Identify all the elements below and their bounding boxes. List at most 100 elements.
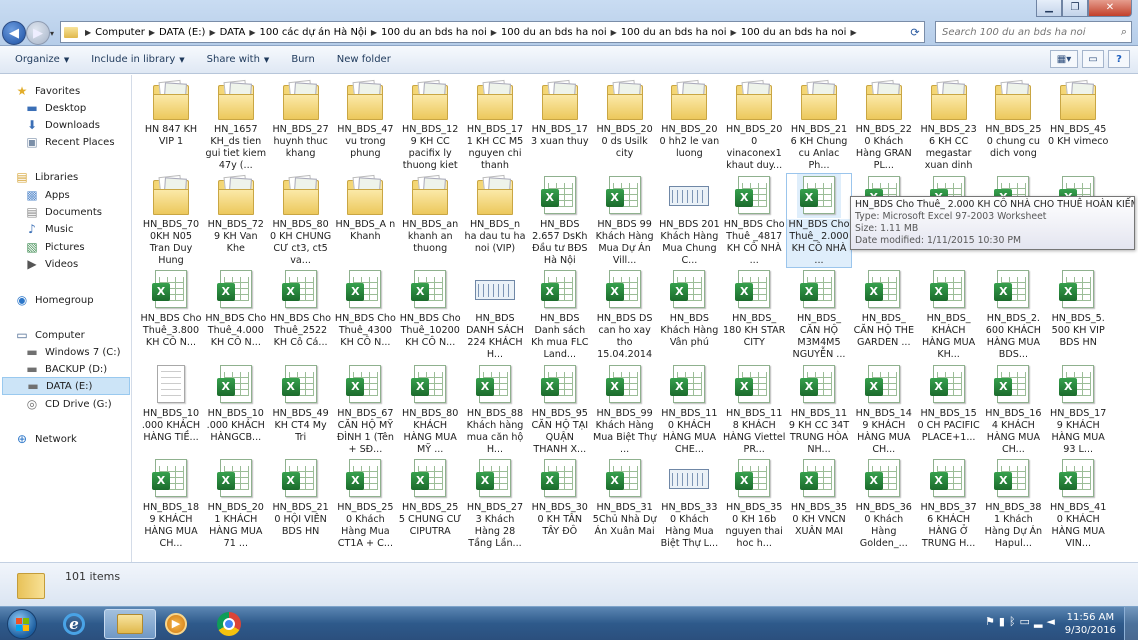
breadcrumb-separator-icon[interactable]: ▶ xyxy=(731,28,737,37)
power-icon[interactable]: ▭ xyxy=(1020,615,1030,628)
breadcrumb-item[interactable]: 100 du an bds ha noi ▶ xyxy=(381,27,501,38)
file-item[interactable]: X HN_BDS Cho Thuê _4817 KH CÔ NHÀ ... xyxy=(722,174,786,267)
nav-computer[interactable]: ▭ Computer xyxy=(14,326,84,344)
file-item[interactable]: X HN_BDS_27 3 Khách Hàng 28 Tầng Lần... xyxy=(463,457,527,550)
folder-item[interactable]: HN_BDS_25 0 chung cu dich vong xyxy=(981,79,1045,160)
search-input[interactable] xyxy=(942,26,1110,38)
breadcrumb-item[interactable]: 100 du an bds ha noi ▶ xyxy=(741,27,861,38)
file-item[interactable]: HN_BDS_10 .000 KHÁCH HÀNG TIỀ... xyxy=(139,363,203,444)
file-item[interactable]: X HN_BDS_ 180 KH STAR CITY xyxy=(722,268,786,349)
file-item[interactable]: X HN_BDS Cho Thuê_ 2.000 KH CÔ NHÀ ... xyxy=(786,172,852,268)
maximize-button[interactable]: ❐ xyxy=(1062,0,1088,17)
breadcrumb-separator-icon[interactable]: ▶ xyxy=(149,28,155,37)
back-button[interactable]: ◀ xyxy=(2,21,26,45)
nav-drive-d[interactable]: ▬ BACKUP (D:) xyxy=(24,360,107,378)
nav-pictures[interactable]: ▧ Pictures xyxy=(24,238,84,256)
file-item[interactable]: X HN_BDS_35 0 KH 16b nguyen thai hoc h... xyxy=(722,457,786,550)
taskbar-windows-explorer[interactable] xyxy=(104,609,156,639)
folder-item[interactable]: HN_BDS_22 0 Khách Hàng GRAN PL... xyxy=(852,79,916,172)
folder-item[interactable]: HN_BDS_27 huynh thuc khang xyxy=(269,79,333,160)
file-item[interactable]: X HN_BDS_67 CĂN HỘ MỸ ĐÌNH 1 (Tên + SĐ... xyxy=(333,363,397,456)
folder-item[interactable]: HN_BDS_70 0KH N05 Tran Duy Hung xyxy=(139,174,203,267)
file-item[interactable]: X HN_BDS 2.657 DsKh Đầu tư BĐS Hà Nội xyxy=(528,174,592,267)
folder-item[interactable]: HN_BDS_20 0 vinaconex1 khaut duy... xyxy=(722,79,786,172)
folder-item[interactable]: HN_BDS_20 0 hh2 le van luong xyxy=(657,79,721,160)
file-item[interactable]: X HN_BDS_21 0 HỘI VIÊN BDS HN xyxy=(269,457,333,538)
file-item[interactable]: X HN_BDS_80 KHÁCH HÀNG MUA MỸ ... xyxy=(398,363,462,456)
nav-drive-g[interactable]: ◎ CD Drive (G:) xyxy=(24,395,112,413)
breadcrumb-item[interactable]: DATA (E:) ▶ xyxy=(159,27,220,38)
folder-item[interactable]: HN_BDS_72 9 KH Van Khe xyxy=(204,174,268,255)
file-item[interactable]: X HN_BDS_17 9 KHÁCH HÀNG MUA 93 L... xyxy=(1046,363,1110,456)
file-item[interactable]: X HN_BDS Cho Thuê_2522 KH Cô Cá... xyxy=(269,268,333,349)
close-button[interactable]: ✕ xyxy=(1088,0,1132,17)
start-button[interactable] xyxy=(2,608,42,640)
change-view-button[interactable]: ▦▾ xyxy=(1050,50,1078,68)
file-item[interactable]: X HN_BDS Khách Hàng Vân phú xyxy=(657,268,721,349)
file-item[interactable]: X HN_BDS_41 0 KHÁCH HÀNG MUA VIN... xyxy=(1046,457,1110,550)
clock[interactable]: 11:56 AM 9/30/2016 xyxy=(1065,611,1116,637)
file-item[interactable]: X HN_BDS_20 1 KHÁCH HÀNG MUA 71 ... xyxy=(204,457,268,550)
file-item[interactable]: X HN_BDS_18 9 KHÁCH HÀNG MUA CH... xyxy=(139,457,203,550)
file-item[interactable]: X HN_BDS_ CĂN HỘ THE GARDEN ... xyxy=(852,268,916,349)
search-box[interactable]: ⌕ xyxy=(935,21,1132,43)
show-desktop-button[interactable] xyxy=(1124,607,1138,640)
recent-pages-dropdown[interactable]: ▾ xyxy=(50,29,54,38)
network-icon[interactable]: ▮ xyxy=(999,615,1005,628)
breadcrumb-separator-icon[interactable]: ▶ xyxy=(850,28,856,37)
folder-item[interactable]: HN 847 KH VIP 1 xyxy=(139,79,203,148)
nav-videos[interactable]: ▶ Videos xyxy=(24,255,78,273)
nav-recent-places[interactable]: ▣ Recent Places xyxy=(24,133,114,151)
file-item[interactable]: X HN_BDS_10 .000 KHÁCH HÀNGCB... xyxy=(204,363,268,444)
file-item[interactable]: X HN_BDS_88 Khách hàng mua căn hộ H... xyxy=(463,363,527,456)
folder-item[interactable]: HN_BDS_80 0 KH CHUNG CƯ ct3, ct5 va... xyxy=(269,174,333,267)
forward-button[interactable]: ▶ xyxy=(26,21,50,45)
nav-libraries[interactable]: ▤ Libraries xyxy=(14,168,78,186)
breadcrumb-item[interactable]: 100 du an bds ha noi ▶ xyxy=(621,27,741,38)
file-item[interactable]: HN_BDS_33 0 Khách Hàng Mua Biệt Thự L... xyxy=(657,457,721,550)
nav-favorites[interactable]: ★ Favorites xyxy=(14,82,81,100)
taskbar-chrome[interactable] xyxy=(203,609,255,639)
file-item[interactable]: X HN_BDS_15 0 CH PACIFIC PLACE+1... xyxy=(917,363,981,444)
breadcrumb-item[interactable]: Computer ▶ xyxy=(95,27,159,38)
file-item[interactable]: X HN_BDS_25 0 Khách Hàng Mua CT1A + C... xyxy=(333,457,397,550)
breadcrumb-item[interactable]: DATA ▶ xyxy=(220,27,260,38)
signal-icon[interactable]: ▂ xyxy=(1034,615,1042,628)
folder-item[interactable]: HN_BDS_47 vu trong phung xyxy=(333,79,397,160)
file-item[interactable]: X HN_BDS_5. 500 KH VIP BDS HN xyxy=(1046,268,1110,349)
nav-documents[interactable]: ▤ Documents xyxy=(24,203,102,221)
file-item[interactable]: X HN_BDS_99 Khách Hàng Mua Biệt Thự ... xyxy=(593,363,657,456)
file-item[interactable]: X HN_BDS_ KHÁCH HÀNG MUA KH... xyxy=(917,268,981,361)
refresh-icon[interactable]: ⟳ xyxy=(906,22,924,42)
organize-menu[interactable]: Organize ▼ xyxy=(0,54,69,65)
file-item[interactable]: X HN_BDS Cho Thuê_4300 KH CÔ N... xyxy=(333,268,397,349)
folder-item[interactable]: HN_BDS_17 1 KH CC M5 nguyen chi thanh xyxy=(463,79,527,172)
folder-item[interactable]: HN_BDS_n ha dau tu ha noi (VIP) xyxy=(463,174,527,255)
file-item[interactable]: X HN_BDS_30 0 KH TÂN TÂY ĐÔ xyxy=(528,457,592,538)
breadcrumb-separator-icon[interactable]: ▶ xyxy=(491,28,497,37)
breadcrumb-separator-icon[interactable]: ▶ xyxy=(611,28,617,37)
breadcrumb-item[interactable]: 100 du an bds ha noi ▶ xyxy=(501,27,621,38)
include-in-library-menu[interactable]: Include in library ▼ xyxy=(69,54,184,65)
burn-button[interactable]: Burn xyxy=(269,54,314,65)
file-item[interactable]: X HN_BDS_11 0 KHÁCH HÀNG MUA CHE... xyxy=(657,363,721,456)
nav-downloads[interactable]: ⬇ Downloads xyxy=(24,116,100,134)
file-item[interactable]: X HN_BDS Cho Thuê_10200 KH CÔ N... xyxy=(398,268,462,349)
volume-icon[interactable]: ◄ xyxy=(1046,615,1054,628)
new-folder-button[interactable]: New folder xyxy=(315,54,391,65)
file-item[interactable]: X HN_BDS_14 9 KHÁCH HÀNG MUA CH... xyxy=(852,363,916,456)
file-item[interactable]: X HN_BDS_ CĂN HỘ M3M4M5 NGUYỄN ... xyxy=(787,268,851,361)
file-item[interactable]: X HN_BDS_37 6 KHÁCH HÀNG Ở TRUNG H... xyxy=(917,457,981,550)
share-with-menu[interactable]: Share with ▼ xyxy=(185,54,270,65)
address-bar[interactable]: ▶ Computer ▶ DATA (E:) ▶ DATA ▶ 100 các dự án … xyxy=(60,21,925,43)
file-item[interactable]: X HN_BDS_16 4 KHÁCH HÀNG MUA CH... xyxy=(981,363,1045,456)
nav-network[interactable]: ⊕ Network xyxy=(14,430,77,448)
folder-item[interactable]: HN_BDS_an khanh an thuong xyxy=(398,174,462,255)
file-item[interactable]: X HN_BDS Danh sách Kh mua FLC Land... xyxy=(528,268,592,361)
folder-item[interactable]: HN_BDS_A n Khanh xyxy=(333,174,397,243)
folder-item[interactable]: HN_BDS_17 3 xuan thuy xyxy=(528,79,592,148)
breadcrumb-separator-icon[interactable]: ▶ xyxy=(209,28,215,37)
file-item[interactable]: X HN_BDS 99 Khách Hàng Mua Dự Án Vill... xyxy=(593,174,657,267)
file-item[interactable]: X HN_BDS_31 5Chủ Nhà Dự Án Xuân Mai xyxy=(593,457,657,538)
file-item[interactable]: HN_BDS DANH SÁCH 224 KHÁCH H... xyxy=(463,268,527,361)
